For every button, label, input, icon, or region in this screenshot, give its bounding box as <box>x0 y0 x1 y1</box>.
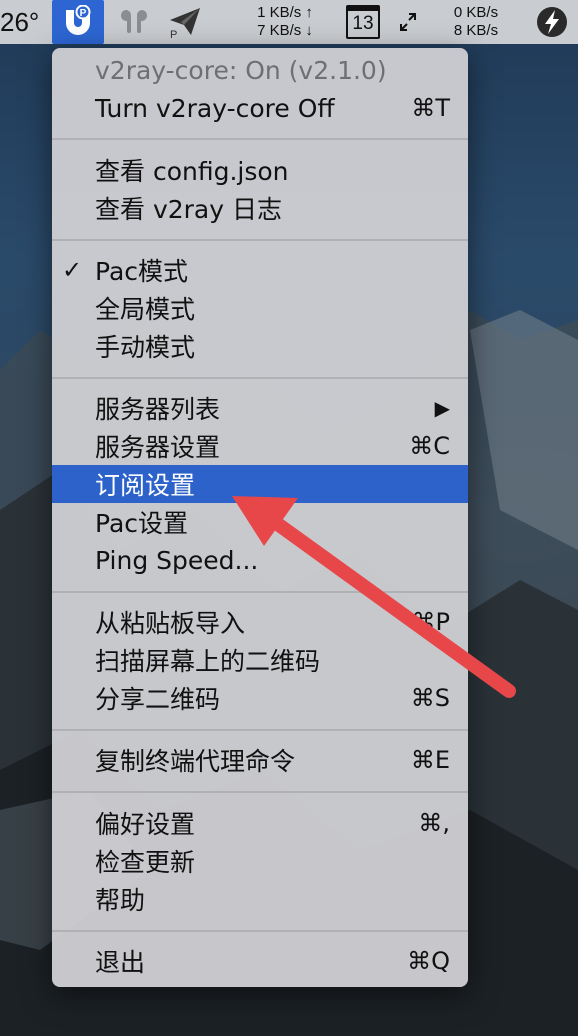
v2rayu-dropdown-menu: v2ray-core: On (v2.1.0) Turn v2ray-core … <box>52 48 468 987</box>
quit-shortcut: ⌘Q <box>407 947 450 975</box>
menu-separator <box>52 377 468 379</box>
copy-proxy-command-label: 复制终端代理命令 <box>95 747 296 776</box>
server-settings-label: 服务器设置 <box>95 433 221 462</box>
view-log-label: 查看 v2ray 日志 <box>95 195 282 224</box>
toggle-core-shortcut: ⌘T <box>411 94 450 122</box>
net-left-down: 7 KB/s ↓ <box>257 22 313 39</box>
toggle-core-label: Turn v2ray-core Off <box>95 93 335 123</box>
menu-item-pac-settings[interactable]: Pac设置 <box>52 503 468 541</box>
net-right-up: 0 KB/s <box>453 4 499 21</box>
menu-item-ping-speed[interactable]: Ping Speed... <box>52 541 468 579</box>
v2ray-icon: P <box>66 5 91 35</box>
menu-separator <box>52 591 468 593</box>
network-speed-left[interactable]: 1 KB/s ↑ 7 KB/s ↓ <box>244 0 326 44</box>
menu-separator <box>52 791 468 793</box>
calendar-icon[interactable]: 13 <box>343 0 383 44</box>
menu-item-toggle-core[interactable]: Turn v2ray-core Off ⌘T <box>52 89 468 127</box>
menu-item-view-log[interactable]: 查看 v2ray 日志 <box>52 189 468 227</box>
menu-separator <box>52 138 468 140</box>
copy-proxy-command-shortcut: ⌘E <box>410 746 450 774</box>
menu-item-check-updates[interactable]: 检查更新 <box>52 842 468 880</box>
net-right-down: 8 KB/s <box>453 22 499 39</box>
view-config-label: 查看 config.json <box>95 157 289 186</box>
menu-item-subscription-settings[interactable]: 订阅设置 <box>52 465 468 503</box>
menu-item-help[interactable]: 帮助 <box>52 880 468 918</box>
check-updates-label: 检查更新 <box>95 848 196 877</box>
menu-item-preferences[interactable]: 偏好设置 ⌘, <box>52 804 468 842</box>
menu-separator <box>52 239 468 241</box>
preferences-shortcut: ⌘, <box>418 809 450 837</box>
pac-mode-label: Pac模式 <box>95 257 189 286</box>
menu-item-copy-proxy-command[interactable]: 复制终端代理命令 ⌘E <box>52 741 468 779</box>
subscription-settings-label: 订阅设置 <box>95 471 196 500</box>
airpods-icon[interactable] <box>114 0 154 44</box>
svg-text:P: P <box>80 8 87 19</box>
menu-item-scan-qr[interactable]: 扫描屏幕上的二维码 <box>52 641 468 679</box>
paper-plane-proxy-icon[interactable]: P <box>164 0 206 44</box>
menu-item-global-mode[interactable]: 全局模式 <box>52 289 468 327</box>
menu-item-view-config[interactable]: 查看 config.json <box>52 151 468 189</box>
import-clipboard-shortcut: ⌘P <box>411 608 450 636</box>
temperature-label: 26° <box>0 6 40 37</box>
menu-separator <box>52 930 468 932</box>
menu-item-server-settings[interactable]: 服务器设置 ⌘C <box>52 427 468 465</box>
v2rayu-menubar-icon[interactable]: P <box>52 0 104 44</box>
svg-text:P: P <box>170 29 177 39</box>
ping-speed-label: Ping Speed... <box>95 545 259 575</box>
menu-item-quit[interactable]: 退出 ⌘Q <box>52 942 468 980</box>
status-label: v2ray-core: On (v2.1.0) <box>95 55 387 85</box>
import-clipboard-label: 从粘贴板导入 <box>95 609 246 638</box>
net-left-up: 1 KB/s ↑ <box>257 4 313 21</box>
checkmark-icon: ✓ <box>62 256 83 284</box>
pac-settings-label: Pac设置 <box>95 509 189 538</box>
network-speed-right[interactable]: 0 KB/s 8 KB/s <box>436 0 516 44</box>
resize-arrows-icon[interactable] <box>395 0 421 44</box>
quit-label: 退出 <box>95 948 146 977</box>
share-qr-label: 分享二维码 <box>95 685 221 714</box>
menu-item-import-clipboard[interactable]: 从粘贴板导入 ⌘P <box>52 603 468 641</box>
share-qr-shortcut: ⌘S <box>410 684 450 712</box>
server-list-label: 服务器列表 <box>95 395 221 424</box>
server-settings-shortcut: ⌘C <box>409 432 450 460</box>
scan-qr-label: 扫描屏幕上的二维码 <box>95 647 321 676</box>
calendar-day: 13 <box>352 13 374 34</box>
submenu-arrow-icon: ▶ <box>434 396 450 420</box>
lightning-bolt-icon[interactable] <box>530 0 574 44</box>
help-label: 帮助 <box>95 886 146 915</box>
preferences-label: 偏好设置 <box>95 810 196 839</box>
global-mode-label: 全局模式 <box>95 295 196 324</box>
menu-item-share-qr[interactable]: 分享二维码 ⌘S <box>52 679 468 717</box>
weather-temperature[interactable]: 26° <box>0 0 44 44</box>
menu-bar: 26° P P 1 KB/s ↑ 7 KB/s ↓ 13 0 KB/s 8 KB… <box>0 0 578 44</box>
menu-item-status: v2ray-core: On (v2.1.0) <box>52 51 468 89</box>
menu-item-pac-mode[interactable]: ✓ Pac模式 <box>52 251 468 289</box>
menu-item-manual-mode[interactable]: 手动模式 <box>52 327 468 365</box>
menu-item-server-list[interactable]: 服务器列表 ▶ <box>52 389 468 427</box>
menu-separator <box>52 729 468 731</box>
manual-mode-label: 手动模式 <box>95 333 196 362</box>
